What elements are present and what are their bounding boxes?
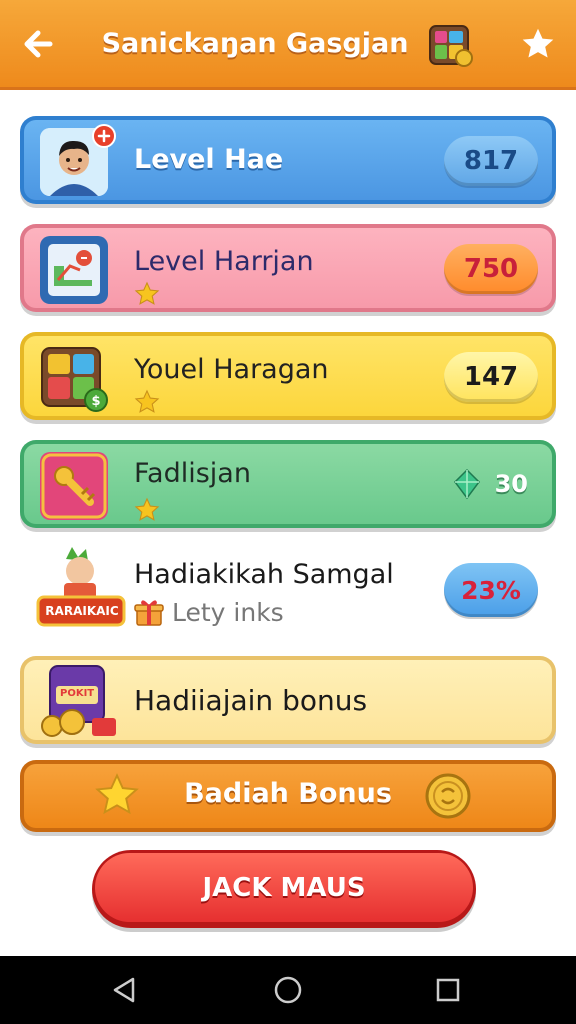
nav-home-button[interactable] bbox=[268, 970, 308, 1010]
bonus-row[interactable]: POKIT Hadiiajain bonus bbox=[20, 656, 556, 744]
level-row-3[interactable]: $ Youel Haragan 147 bbox=[20, 332, 556, 420]
percent-badge: 23% bbox=[444, 563, 538, 617]
back-button[interactable] bbox=[16, 22, 60, 66]
nav-back-icon bbox=[113, 977, 135, 1003]
back-arrow-icon bbox=[24, 30, 53, 58]
star-icon bbox=[522, 28, 554, 58]
favorite-button[interactable] bbox=[518, 22, 558, 66]
row-label: Level Harrjan bbox=[134, 246, 314, 277]
level-row-1[interactable]: Level Hae 817 bbox=[20, 116, 556, 204]
puzzle-box-icon bbox=[429, 24, 474, 67]
star-icon bbox=[134, 389, 160, 413]
level-row-2[interactable]: Level Harrjan 750 bbox=[20, 224, 556, 312]
app-header: Sanickaŋan Gasgjan bbox=[0, 0, 576, 90]
system-nav-bar bbox=[0, 956, 576, 1024]
badiah-bonus-label: Badiah Bonus bbox=[184, 778, 392, 809]
nav-home-icon bbox=[274, 976, 302, 1004]
page-title: Sanickaŋan Gasgjan bbox=[101, 28, 409, 59]
slot-machine-icon: POKIT bbox=[38, 664, 118, 738]
gold-coin-icon bbox=[425, 773, 471, 819]
gift-box-icon bbox=[134, 600, 164, 626]
chart-card-icon bbox=[40, 236, 108, 304]
notification-badge-icon bbox=[92, 124, 116, 148]
row-value-badge: 147 bbox=[444, 352, 538, 402]
nav-back-button[interactable] bbox=[104, 970, 144, 1010]
svg-text:$: $ bbox=[91, 394, 100, 409]
special-row[interactable]: RARAIKAIC Hadiakikah Samgal Lety inks 23… bbox=[20, 545, 556, 637]
row-value-badge: 817 bbox=[444, 136, 538, 186]
gem-icon bbox=[453, 468, 480, 500]
star-icon bbox=[134, 281, 160, 305]
row-label: Fadlisjan bbox=[134, 458, 251, 489]
level-row-4[interactable]: Fadlisjan 30 bbox=[20, 440, 556, 528]
row-label: Level Hae bbox=[134, 144, 284, 175]
golden-key-icon bbox=[40, 452, 108, 520]
star-icon bbox=[134, 497, 160, 521]
row-value-badge: 750 bbox=[444, 244, 538, 294]
row-value: 30 bbox=[494, 470, 528, 498]
gem-value: 30 bbox=[451, 464, 528, 504]
puzzle-board-icon: $ bbox=[40, 344, 108, 412]
slot-badge-text: POKIT bbox=[60, 688, 95, 699]
row-sub: Lety inks bbox=[134, 597, 284, 627]
row-label: Youel Haragan bbox=[134, 354, 329, 385]
nav-recents-icon bbox=[436, 978, 460, 1002]
nav-recents-button[interactable] bbox=[428, 970, 468, 1010]
jack-maus-label: JACK MAUS bbox=[202, 872, 366, 903]
jack-maus-button[interactable]: JACK MAUS bbox=[92, 850, 476, 928]
row-sub-label: Lety inks bbox=[172, 597, 284, 627]
character-badge-icon: RARAIKAIC bbox=[36, 545, 128, 635]
row-label: Hadiiajain bonus bbox=[134, 684, 368, 717]
row-label: Hadiakikah Samgal bbox=[134, 559, 394, 590]
character-badge-text: RARAIKAIC bbox=[45, 604, 119, 618]
badiah-bonus-button[interactable]: Badiah Bonus bbox=[20, 760, 556, 832]
